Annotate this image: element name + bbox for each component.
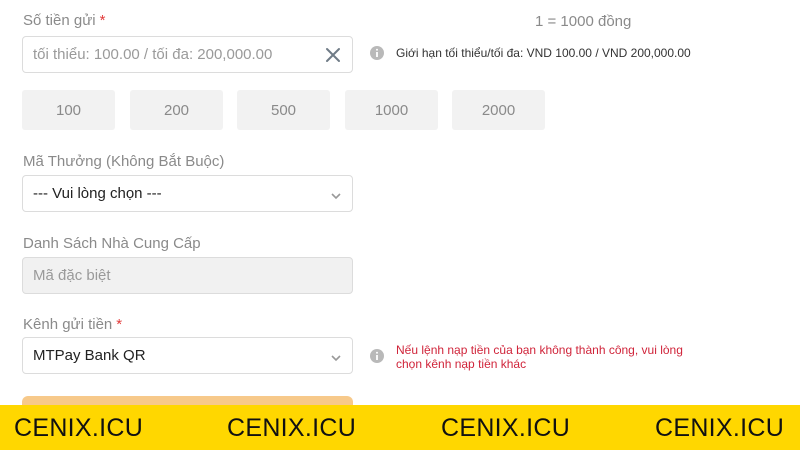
amount-field[interactable]	[22, 36, 353, 73]
required-mark: *	[99, 12, 106, 29]
amount-label: Số tiền gửi *	[23, 12, 106, 29]
watermark-text: CENIX.ICU	[14, 414, 144, 442]
provider-value: Mã đặc biệt	[33, 267, 111, 284]
info-icon	[370, 349, 384, 363]
watermark-text: CENIX.ICU	[655, 414, 785, 442]
channel-warning-text: Nếu lệnh nạp tiền của bạn không thành cô…	[396, 343, 683, 371]
quick-amount-500[interactable]: 500	[237, 90, 330, 130]
provider-label: Danh Sách Nhà Cung Cấp	[23, 235, 201, 252]
bonus-select[interactable]: --- Vui lòng chọn ---	[22, 175, 353, 212]
quick-amount-1000[interactable]: 1000	[345, 90, 438, 130]
required-mark: *	[116, 316, 123, 333]
clear-icon[interactable]	[323, 45, 343, 65]
quick-amount-2000[interactable]: 2000	[452, 90, 545, 130]
watermark-text: CENIX.ICU	[227, 414, 357, 442]
limit-info: Giới hạn tối thiểu/tối đa: VND 100.00 / …	[370, 46, 691, 60]
exchange-rate: 1 = 1000 đồng	[535, 13, 632, 30]
provider-field: Mã đặc biệt	[22, 257, 353, 294]
watermark-text: CENIX.ICU	[441, 414, 571, 442]
info-icon	[370, 46, 384, 60]
amount-input[interactable]	[33, 46, 313, 63]
channel-warning: Nếu lệnh nạp tiền của bạn không thành cô…	[370, 343, 710, 371]
bonus-select-value: --- Vui lòng chọn ---	[33, 185, 162, 202]
watermark-banner: CENIX.ICU CENIX.ICU CENIX.ICU CENIX.ICU	[0, 405, 800, 450]
quick-amount-100[interactable]: 100	[22, 90, 115, 130]
limit-info-text: Giới hạn tối thiểu/tối đa: VND 100.00 / …	[396, 46, 691, 60]
quick-amount-200[interactable]: 200	[130, 90, 223, 130]
channel-label: Kênh gửi tiền *	[23, 316, 123, 333]
channel-select-value: MTPay Bank QR	[33, 347, 146, 364]
channel-select[interactable]: MTPay Bank QR	[22, 337, 353, 374]
bonus-label: Mã Thưởng (Không Bắt Buộc)	[23, 153, 225, 170]
chevron-down-icon	[330, 189, 342, 201]
chevron-down-icon	[330, 351, 342, 363]
